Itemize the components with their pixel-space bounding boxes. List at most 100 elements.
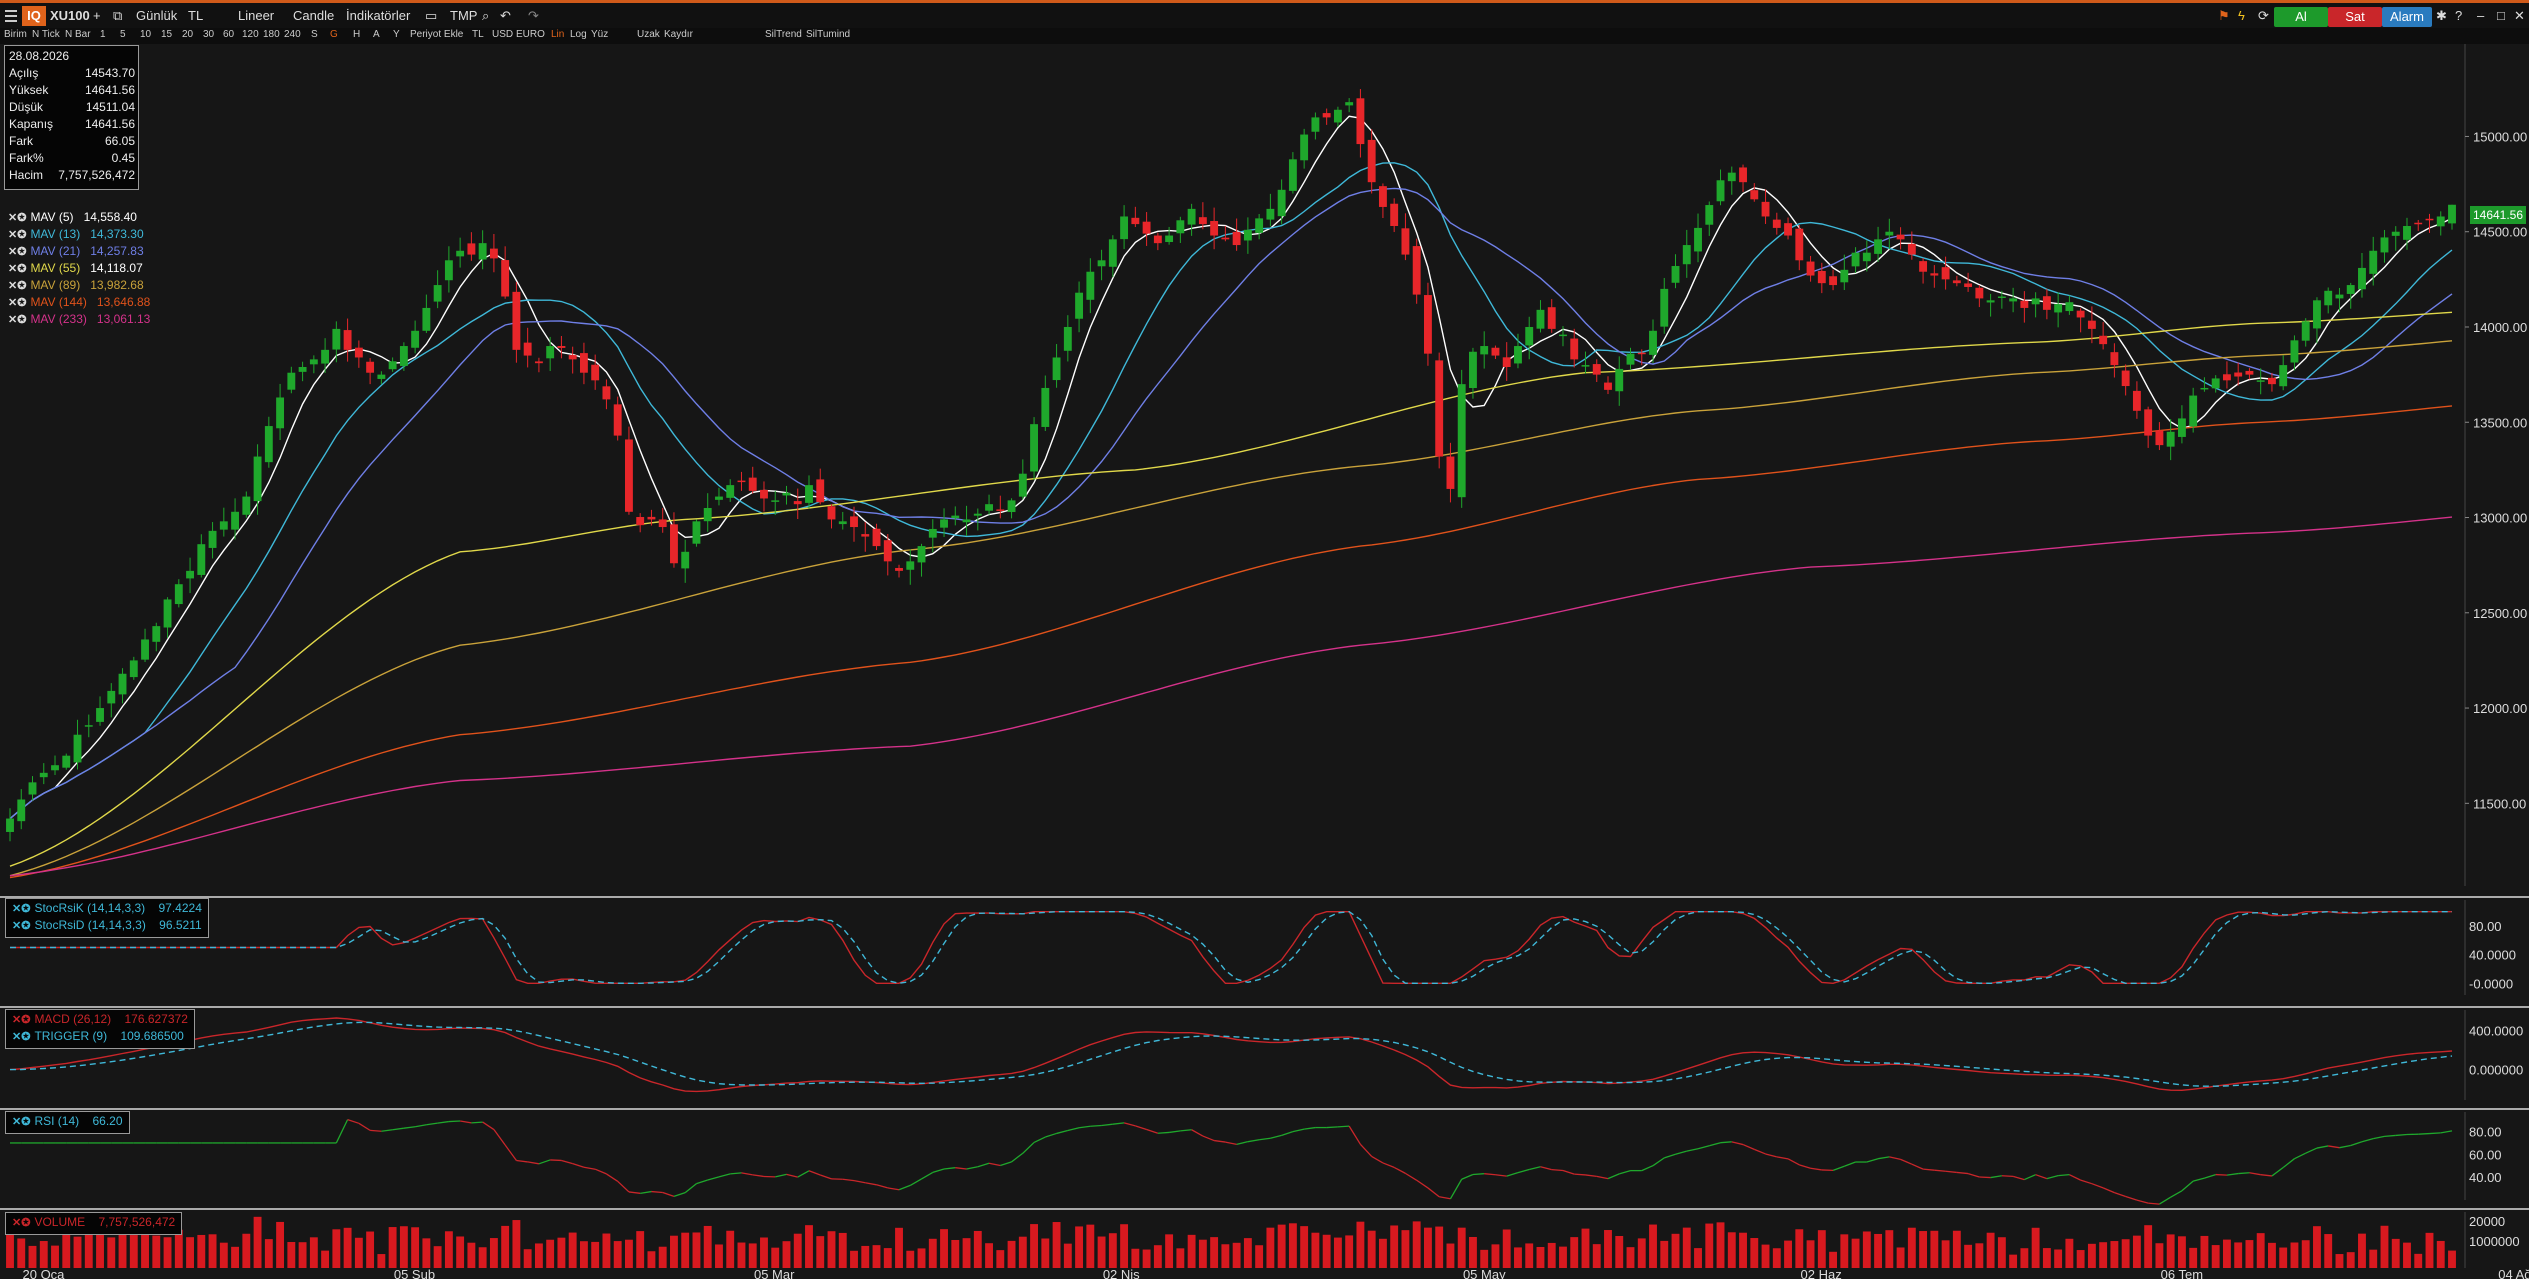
candle-body (602, 386, 611, 400)
volume-bar (1345, 1235, 1354, 1268)
candle-body (28, 782, 37, 795)
rsi-segment (2215, 1173, 2227, 1176)
candle-body (422, 307, 431, 331)
candle-body (816, 479, 825, 503)
volume-bar (1300, 1226, 1309, 1268)
candle-body (2054, 304, 2063, 313)
candle-body (523, 342, 532, 356)
volume-bar (1221, 1244, 1230, 1268)
volume-bar (1986, 1232, 1995, 1268)
remove-icon[interactable]: ✕✪ (8, 246, 26, 258)
remove-icon[interactable]: ✕✪ (8, 212, 26, 224)
candle-body (861, 534, 870, 537)
candle-body (107, 690, 116, 704)
candle-body (883, 540, 892, 562)
candle-body (973, 513, 982, 516)
candle-body (2020, 300, 2029, 308)
volume-bar (1829, 1251, 1837, 1268)
volume-bar (1108, 1233, 1117, 1268)
candle-body (512, 291, 521, 350)
volume-bar (861, 1245, 870, 1268)
volume-bar (1176, 1248, 1185, 1268)
candle-body (186, 570, 194, 579)
candle-body (433, 285, 442, 302)
candle-body (2358, 267, 2366, 290)
volume-bar (208, 1234, 217, 1268)
volume-bar (1784, 1240, 1792, 1268)
panel-axis-label: -0.0000 (2469, 976, 2513, 991)
candle-body (2380, 237, 2389, 253)
candle-body (760, 489, 768, 499)
volume-bar (1480, 1249, 1489, 1268)
volume-bar (602, 1233, 611, 1268)
volume-bar (1840, 1234, 1849, 1268)
remove-icon[interactable]: ✕✪ (12, 1217, 30, 1229)
rsi-segment (1326, 1126, 1338, 1129)
price-pane (0, 44, 2529, 886)
candle-body (1469, 351, 1477, 389)
volume-bar (1649, 1224, 1657, 1268)
volume-bar (1716, 1222, 1725, 1268)
remove-icon[interactable]: ✕✪ (8, 229, 26, 241)
price-axis-label: 12000.00 (2473, 701, 2527, 716)
candle-body (1626, 353, 1635, 365)
candle-body (2268, 377, 2276, 385)
candle-body (1131, 217, 1140, 225)
volume-bar (2369, 1249, 2378, 1268)
candle-body (2132, 390, 2141, 411)
volume-bar (2200, 1235, 2209, 1268)
candle-body (1986, 300, 1995, 303)
candle-body (1018, 473, 1027, 497)
remove-icon[interactable]: ✕✪ (8, 263, 26, 275)
rsi-segment (1551, 1168, 1564, 1172)
candle-body (2279, 365, 2288, 387)
volume-bar (512, 1220, 521, 1268)
rsi-segment (651, 1190, 663, 1194)
volume-bar (568, 1232, 577, 1268)
mav-legend: ✕✪ MAV (5) 14,558.40 ✕✪ MAV (13) 14,373.30… (8, 210, 150, 329)
volume-bar (523, 1249, 532, 1268)
volume-bar (715, 1244, 723, 1268)
candle-body (2211, 378, 2220, 389)
time-axis-label: 06 Tem (2161, 1267, 2203, 1279)
volume-bar (1727, 1232, 1736, 1268)
candle-body (737, 480, 746, 483)
remove-icon[interactable]: ✕✪ (8, 314, 26, 326)
volume-bar (2076, 1250, 2085, 1268)
candle-body (1097, 260, 1106, 267)
candle-body (985, 504, 993, 511)
volume-bar (1975, 1243, 1984, 1268)
remove-icon[interactable]: ✕✪ (12, 1116, 30, 1128)
volume-bar (2144, 1225, 2153, 1268)
volume-bar (895, 1227, 903, 1268)
candle-body (141, 639, 149, 660)
candle-body (1761, 201, 1770, 217)
remove-icon[interactable]: ✕✪ (12, 920, 30, 932)
remove-icon[interactable]: ✕✪ (12, 1031, 30, 1043)
volume-bar (1637, 1238, 1646, 1268)
candle-body (96, 708, 104, 722)
candle-body (231, 511, 240, 530)
remove-icon[interactable]: ✕✪ (8, 297, 26, 309)
candle-body (1187, 208, 1196, 225)
remove-icon[interactable]: ✕✪ (8, 280, 26, 292)
volume-bar (1153, 1245, 1162, 1268)
volume-bar (940, 1229, 948, 1268)
candle-body (399, 346, 408, 366)
candle-body (1660, 288, 1669, 327)
candle-body (2189, 395, 2198, 427)
volume-bar (1288, 1223, 1297, 1268)
chart-canvas[interactable]: 15000.00 14500.00 14000.00 13500.00 13000.00… (0, 0, 2529, 1279)
volume-bar (1243, 1238, 1252, 1268)
remove-icon[interactable]: ✕✪ (12, 903, 30, 915)
candle-body (388, 361, 397, 370)
volume-bar (1097, 1236, 1106, 1268)
volume-bar (332, 1229, 341, 1268)
volume-bar (1255, 1245, 1264, 1268)
volume-bar (17, 1238, 26, 1268)
candle-body (1401, 228, 1410, 255)
candle-body (670, 524, 678, 564)
volume-bar (1705, 1223, 1714, 1268)
remove-icon[interactable]: ✕✪ (12, 1014, 30, 1026)
candle-body (872, 528, 881, 547)
